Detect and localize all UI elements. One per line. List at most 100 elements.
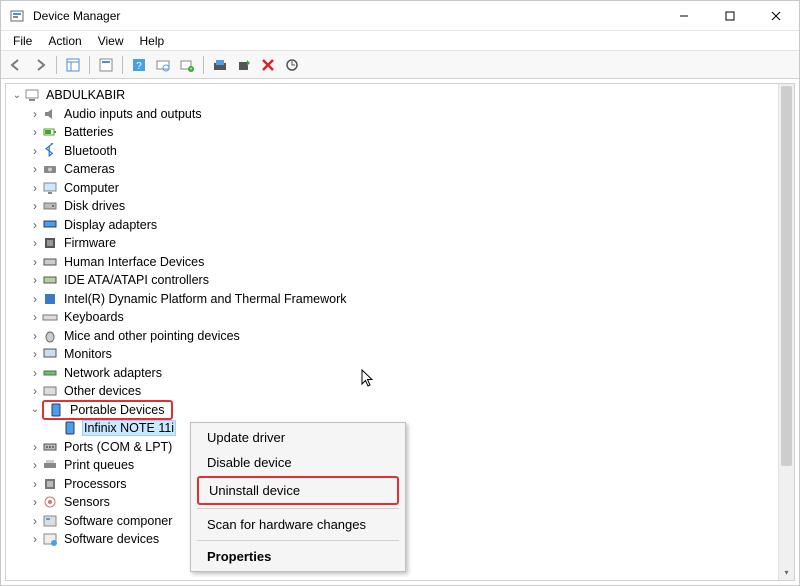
tree-label: Disk drives [62,198,127,214]
tree-label: Human Interface Devices [62,254,206,270]
tree-root[interactable]: ABDULKABIR [8,86,776,105]
root-label: ABDULKABIR [44,87,127,103]
software-device-icon [42,531,58,547]
expand-icon[interactable] [28,162,42,176]
forward-button[interactable] [29,54,51,76]
tree-item-ide[interactable]: IDE ATA/ATAPI controllers [8,271,776,290]
tree-label: Computer [62,180,121,196]
tree-item-audio[interactable]: Audio inputs and outputs [8,105,776,124]
disk-icon [42,198,58,214]
tree-item-disk[interactable]: Disk drives [8,197,776,216]
monitor-icon [42,180,58,196]
camera-icon [42,161,58,177]
expand-icon[interactable] [28,440,42,454]
mouse-cursor-icon [361,369,377,389]
expand-icon[interactable] [28,514,42,528]
tree-label: Batteries [62,124,115,140]
expand-icon[interactable] [28,292,42,306]
scan-button[interactable] [281,54,303,76]
tree-label: Intel(R) Dynamic Platform and Thermal Fr… [62,291,348,307]
tree-item-network[interactable]: Network adapters [8,364,776,383]
tree-item-other[interactable]: Other devices [8,382,776,401]
minimize-button[interactable] [661,1,707,30]
tree-item-monitors[interactable]: Monitors [8,345,776,364]
tree-item-intel[interactable]: Intel(R) Dynamic Platform and Thermal Fr… [8,290,776,309]
add-legacy-button[interactable]: + [176,54,198,76]
tree-label: Keyboards [62,309,126,325]
expand-icon[interactable] [28,458,42,472]
ctx-uninstall-device[interactable]: Uninstall device [199,478,397,503]
expand-icon[interactable] [28,347,42,361]
ctx-properties[interactable]: Properties [191,544,405,569]
menu-view[interactable]: View [90,32,132,50]
expand-icon[interactable] [28,107,42,121]
expand-icon[interactable] [28,144,42,158]
scan-hardware-button[interactable] [152,54,174,76]
show-hide-tree-button[interactable] [62,54,84,76]
tree-label: Mice and other pointing devices [62,328,242,344]
tree-item-firmware[interactable]: Firmware [8,234,776,253]
toolbar-separator [122,56,123,74]
tree-label: Sensors [62,494,112,510]
help-button[interactable]: ? [128,54,150,76]
highlight-annotation: Uninstall device [197,476,399,505]
expand-icon[interactable] [28,255,42,269]
expand-icon[interactable] [28,477,42,491]
expand-icon[interactable] [28,366,42,380]
tree-label: Print queues [62,457,136,473]
tree-item-bluetooth[interactable]: Bluetooth [8,142,776,161]
tree-label: Monitors [62,346,114,362]
ctx-scan-hardware[interactable]: Scan for hardware changes [191,512,405,537]
tree-label: Software devices [62,531,161,547]
vertical-scrollbar[interactable]: ▴ ▾ [778,84,794,580]
other-icon [42,383,58,399]
expand-icon[interactable] [28,218,42,232]
disable-button[interactable] [233,54,255,76]
uninstall-button[interactable] [257,54,279,76]
scroll-thumb[interactable] [781,86,792,466]
tree-label: Infinix NOTE 11i [82,420,176,436]
close-button[interactable] [753,1,799,30]
expand-icon[interactable] [28,532,42,546]
network-icon [42,365,58,381]
scroll-down-button[interactable]: ▾ [779,564,794,580]
expand-icon[interactable] [28,495,42,509]
properties-button[interactable] [95,54,117,76]
tree-item-cameras[interactable]: Cameras [8,160,776,179]
ports-icon [42,439,58,455]
expand-icon[interactable] [28,384,42,398]
expand-icon[interactable] [28,329,42,343]
device-icon [62,420,78,436]
expand-icon[interactable] [28,404,42,415]
toolbar-separator [56,56,57,74]
update-driver-button[interactable] [209,54,231,76]
expand-icon[interactable] [28,125,42,139]
menu-bar: File Action View Help [1,31,799,51]
ctx-update-driver[interactable]: Update driver [191,425,405,450]
tree-item-hid[interactable]: Human Interface Devices [8,253,776,272]
expand-icon[interactable] [28,236,42,250]
menu-action[interactable]: Action [40,32,89,50]
tree-item-portable[interactable]: Portable Devices [8,401,776,420]
maximize-button[interactable] [707,1,753,30]
tree-item-keyboards[interactable]: Keyboards [8,308,776,327]
expand-icon[interactable] [10,90,24,101]
tree-item-batteries[interactable]: Batteries [8,123,776,142]
expand-icon[interactable] [28,199,42,213]
tree-label: Cameras [62,161,117,177]
tree-item-mice[interactable]: Mice and other pointing devices [8,327,776,346]
keyboard-icon [42,309,58,325]
menu-help[interactable]: Help [132,32,173,50]
ctx-disable-device[interactable]: Disable device [191,450,405,475]
tree-item-computer[interactable]: Computer [8,179,776,198]
svg-text:?: ? [136,61,142,72]
expand-icon[interactable] [28,273,42,287]
expand-icon[interactable] [28,181,42,195]
display-adapter-icon [42,217,58,233]
expand-icon[interactable] [28,310,42,324]
tree-item-display[interactable]: Display adapters [8,216,776,235]
back-button[interactable] [5,54,27,76]
monitors-icon [42,346,58,362]
menu-file[interactable]: File [5,32,40,50]
firmware-icon [42,235,58,251]
